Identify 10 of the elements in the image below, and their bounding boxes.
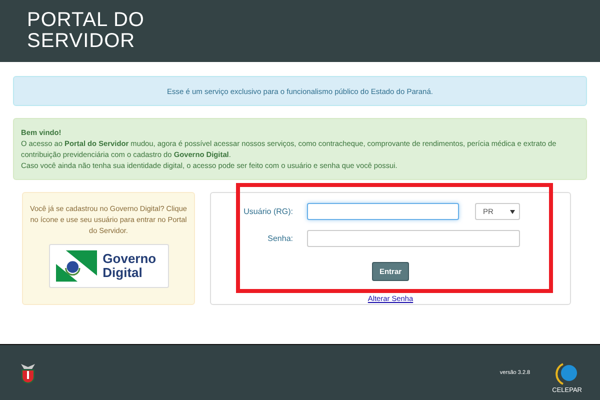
globe-icon xyxy=(555,362,580,386)
flag-icon xyxy=(56,250,97,282)
user-field[interactable] xyxy=(307,203,459,220)
password-field[interactable] xyxy=(307,230,520,247)
crest-icon xyxy=(20,362,36,384)
user-label: Usuário (RG): xyxy=(242,207,294,216)
portal-title: PORTAL DO SERVIDOR xyxy=(27,10,146,52)
governo-digital-button[interactable]: Governo Digital xyxy=(48,244,168,288)
password-label: Senha: xyxy=(266,234,294,243)
caret-icon xyxy=(510,210,515,214)
